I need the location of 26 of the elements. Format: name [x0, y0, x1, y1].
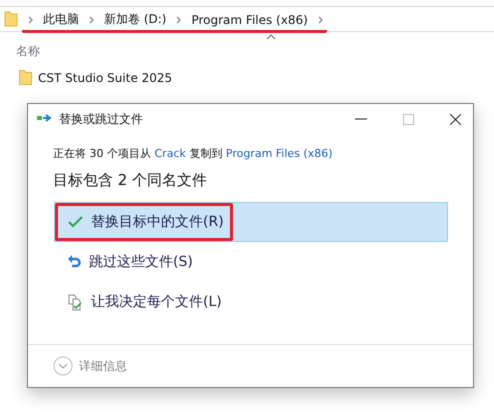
chevron-icon: [89, 16, 94, 24]
chevron-circle-icon: [53, 356, 73, 376]
minimize-icon[interactable]: [355, 118, 367, 120]
chevron-icon: [176, 16, 182, 24]
undo-arrow-icon: [68, 254, 81, 270]
file-name[interactable]: CST Studio Suite 2025: [38, 70, 172, 84]
maximize-icon: [403, 114, 414, 124]
document-check-icon: [68, 294, 83, 310]
sort-caret-icon: [266, 34, 276, 40]
window-title: 替换或跳过文件: [59, 110, 143, 128]
breadcrumb[interactable]: 此电脑: [43, 11, 79, 28]
chevron-icon: [28, 16, 33, 24]
address-bar[interactable]: 此电脑 新加卷 (D:) Program Files (x86): [0, 6, 494, 32]
breadcrumb[interactable]: Program Files (x86): [191, 12, 308, 26]
close-icon[interactable]: [450, 114, 461, 124]
conflict-heading: 目标包含 2 个同名文件: [53, 171, 208, 190]
checkmark-icon: [68, 216, 83, 228]
details-toggle[interactable]: 详细信息: [53, 356, 127, 376]
copy-message: 正在将 30 个项目从 Crack 复制到 Program Files (x86): [53, 146, 334, 161]
folder-icon: [19, 70, 32, 85]
folder-icon: [4, 11, 18, 27]
column-header[interactable]: 名称: [16, 43, 40, 60]
option-button[interactable]: 替换目标中的文件(R): [54, 202, 448, 242]
copy-arrow-icon: [37, 114, 53, 124]
breadcrumb[interactable]: 新加卷 (D:): [104, 11, 166, 28]
chevron-icon: [318, 16, 323, 24]
